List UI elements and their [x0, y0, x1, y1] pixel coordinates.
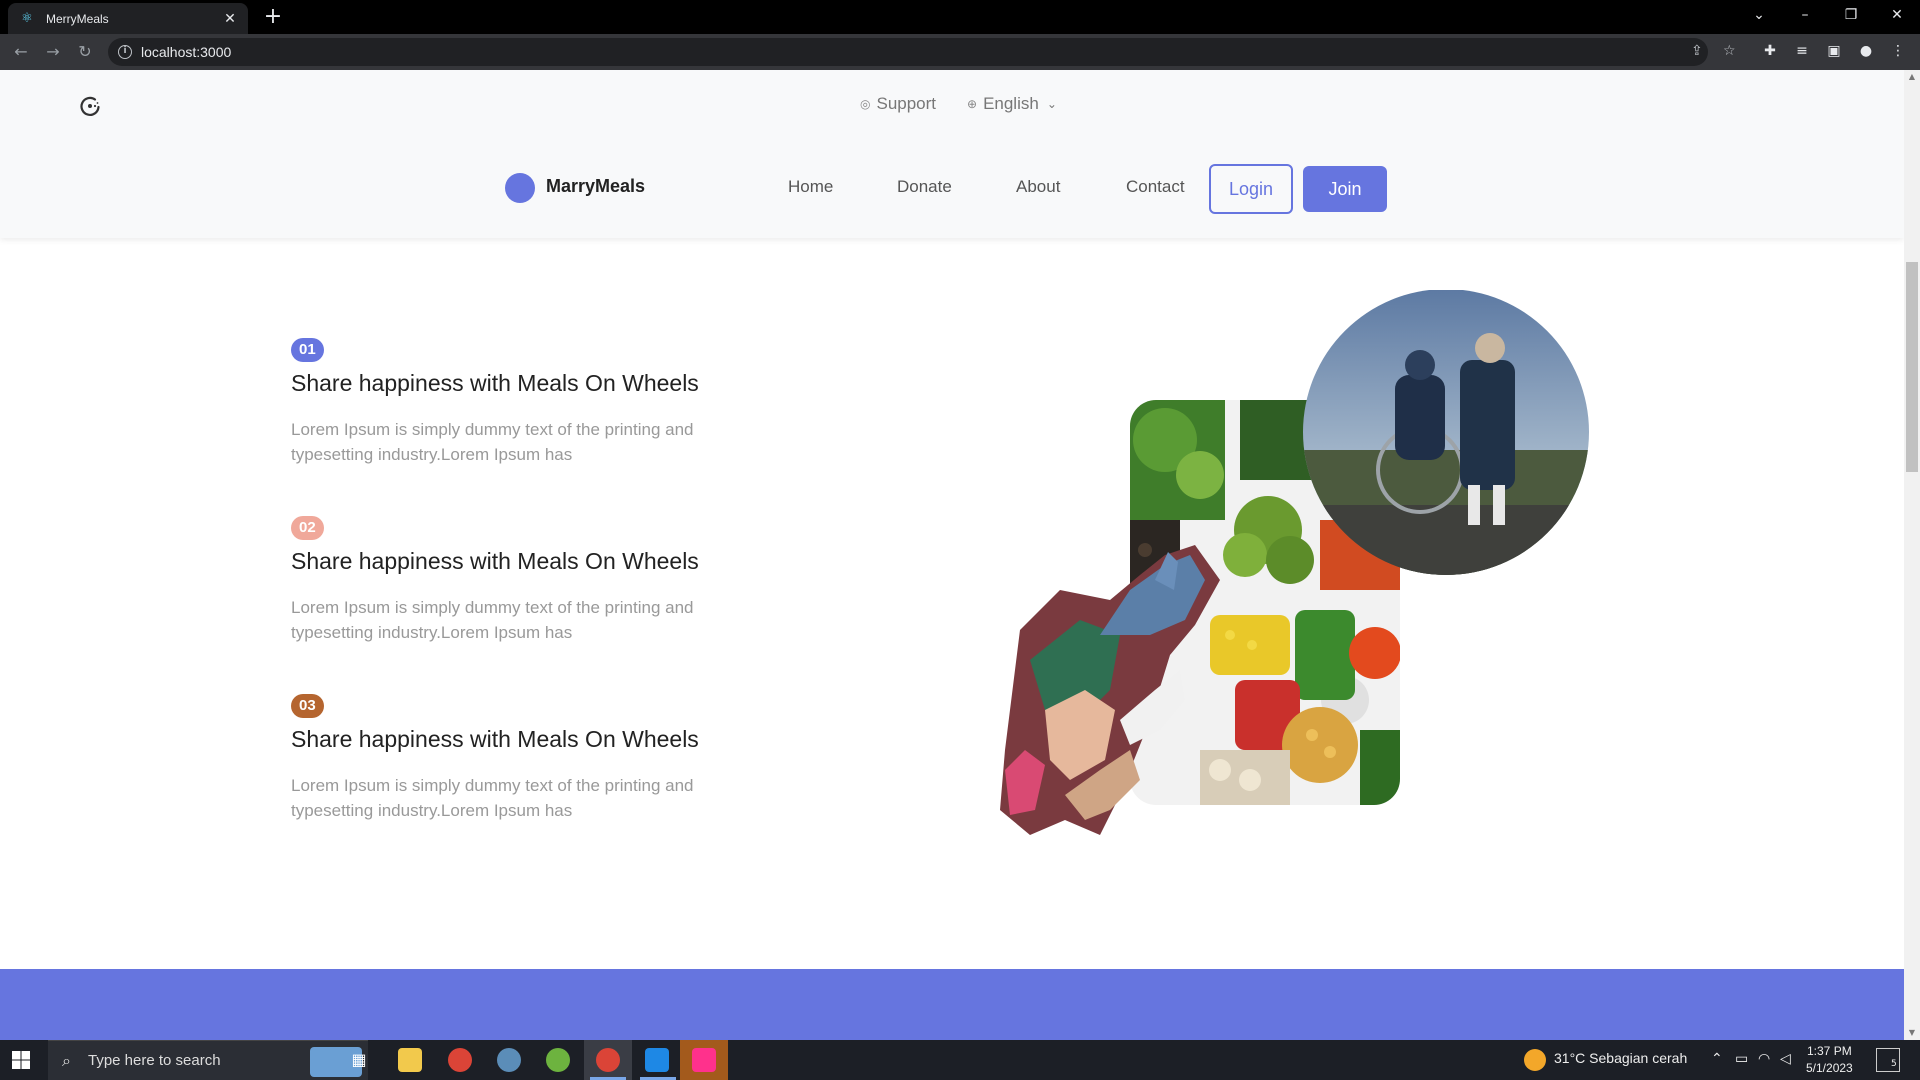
taskbar-search[interactable]: ⌕ Type here to search [48, 1040, 368, 1080]
nav-contact[interactable]: Contact [1126, 177, 1185, 197]
reload-icon[interactable]: ↻ [74, 42, 96, 62]
page-scrollbar[interactable]: ▲ ▼ [1904, 70, 1920, 1040]
back-icon[interactable]: ← [10, 42, 32, 62]
nav-about[interactable]: About [1016, 177, 1060, 197]
feature-title: Share happiness with Meals On Wheels [291, 548, 699, 574]
windows-taskbar: ⌕ Type here to search ▦ 31°C Sebagian ce… [0, 1040, 1920, 1080]
chrome-active-icon[interactable] [596, 1048, 620, 1072]
meet-now-icon[interactable]: ▭ [1735, 1050, 1748, 1067]
tab-title: MerryMeals [46, 11, 109, 26]
search-placeholder: Type here to search [88, 1052, 221, 1069]
feature-number-badge: 02 [291, 516, 324, 540]
feature-title: Share happiness with Meals On Wheels [291, 726, 699, 752]
feature-description: Lorem Ipsum is simply dummy text of the … [291, 776, 694, 820]
react-favicon-icon: ⚛ [21, 10, 33, 26]
task-view-icon[interactable]: ▦ [347, 1048, 371, 1072]
chrome-icon[interactable] [448, 1048, 472, 1072]
side-panel-icon[interactable]: ▣ [1824, 43, 1844, 59]
minimize-icon[interactable]: – [1782, 0, 1828, 30]
nav-home[interactable]: Home [788, 177, 833, 197]
weather-icon[interactable] [1524, 1049, 1546, 1071]
feature-description: Lorem Ipsum is simply dummy text of the … [291, 598, 694, 642]
menu-kebab-icon[interactable]: ⋮ [1888, 43, 1908, 59]
search-icon: ⌕ [62, 1051, 71, 1070]
spring-tool-icon[interactable] [546, 1048, 570, 1072]
web-page: ◎ Support ⊕ English ⌄ MarryMeals Home Do… [0, 70, 1904, 1040]
site-info-icon[interactable]: i [118, 45, 132, 59]
browser-tab-strip: ⚛ MerryMeals ✕ + ⌄ – ❐ ✕ [0, 0, 1920, 34]
feature-item: 01 Share happiness with Meals On Wheels … [291, 338, 751, 467]
loader-icon [80, 96, 100, 116]
feature-title: Share happiness with Meals On Wheels [291, 370, 699, 396]
new-tab-icon[interactable]: + [260, 5, 286, 29]
scrollbar-thumb[interactable] [1906, 262, 1918, 472]
notification-count: 5 [1891, 1059, 1897, 1069]
feature-item: 02 Share happiness with Meals On Wheels … [291, 516, 751, 645]
profile-avatar-icon[interactable]: ● [1856, 43, 1876, 59]
media-icon[interactable]: ≡ [1792, 43, 1812, 59]
browser-toolbar: ← → ↻ i localhost:3000 ⇪ ☆ ✚ ≡ ▣ ● ⋮ [0, 34, 1920, 70]
feature-number-badge: 01 [291, 338, 324, 362]
chevron-down-icon: ⌄ [1046, 97, 1057, 111]
window-close-icon[interactable]: ✕ [1874, 0, 1920, 30]
scroll-up-icon[interactable]: ▲ [1904, 70, 1920, 84]
forward-icon[interactable]: → [42, 42, 64, 62]
extensions-icon[interactable]: ✚ [1760, 43, 1780, 59]
bookmark-star-icon[interactable]: ☆ [1723, 43, 1736, 59]
login-button[interactable]: Login [1209, 164, 1293, 214]
clock-date: 5/1/2023 [1806, 1061, 1853, 1075]
vscode-icon[interactable] [645, 1048, 669, 1072]
app-icon[interactable] [497, 1048, 521, 1072]
feature-description: Lorem Ipsum is simply dummy text of the … [291, 420, 694, 464]
address-bar[interactable]: i localhost:3000 ⇪ ☆ [108, 38, 1736, 66]
nav-donate[interactable]: Donate [897, 177, 952, 197]
feature-item: 03 Share happiness with Meals On Wheels … [291, 694, 751, 823]
restore-icon[interactable]: ❐ [1828, 0, 1874, 30]
join-button[interactable]: Join [1303, 166, 1387, 212]
notification-center-icon[interactable]: 5 [1876, 1048, 1900, 1072]
globe-icon: ⊕ [967, 97, 978, 111]
windows-start-icon[interactable] [12, 1051, 30, 1069]
share-icon[interactable]: ⇪ [1691, 43, 1703, 59]
support-link[interactable]: ◎ Support [860, 94, 936, 114]
language-label: English [983, 94, 1039, 113]
volume-icon[interactable]: ◁ [1780, 1050, 1791, 1067]
browser-tab[interactable]: ⚛ MerryMeals ✕ [8, 3, 248, 34]
feature-number-badge: 03 [291, 694, 324, 718]
support-headset-icon: ◎ [860, 97, 871, 111]
footer-section [0, 969, 1904, 1040]
tab-search-icon[interactable]: ⌄ [1736, 0, 1782, 30]
support-label: Support [876, 94, 937, 113]
scroll-down-icon[interactable]: ▼ [1904, 1026, 1920, 1040]
language-selector[interactable]: ⊕ English ⌄ [967, 94, 1057, 114]
clock[interactable]: 1:37 PM 5/1/2023 [1806, 1043, 1853, 1077]
clock-time: 1:37 PM [1807, 1044, 1852, 1058]
show-hidden-icons-icon[interactable]: ⌃ [1711, 1050, 1723, 1067]
brand-name[interactable]: MarryMeals [546, 176, 645, 197]
site-header: ◎ Support ⊕ English ⌄ MarryMeals Home Do… [0, 70, 1904, 238]
file-explorer-icon[interactable] [398, 1048, 422, 1072]
intellij-icon[interactable] [692, 1048, 716, 1072]
tab-close-icon[interactable]: ✕ [222, 11, 238, 27]
network-icon[interactable]: ◠ [1758, 1050, 1770, 1067]
url-text: localhost:3000 [141, 44, 232, 60]
brand-logo[interactable] [505, 173, 535, 203]
hero-image-collage [1000, 290, 1589, 835]
weather-text[interactable]: 31°C Sebagian cerah [1554, 1050, 1687, 1066]
